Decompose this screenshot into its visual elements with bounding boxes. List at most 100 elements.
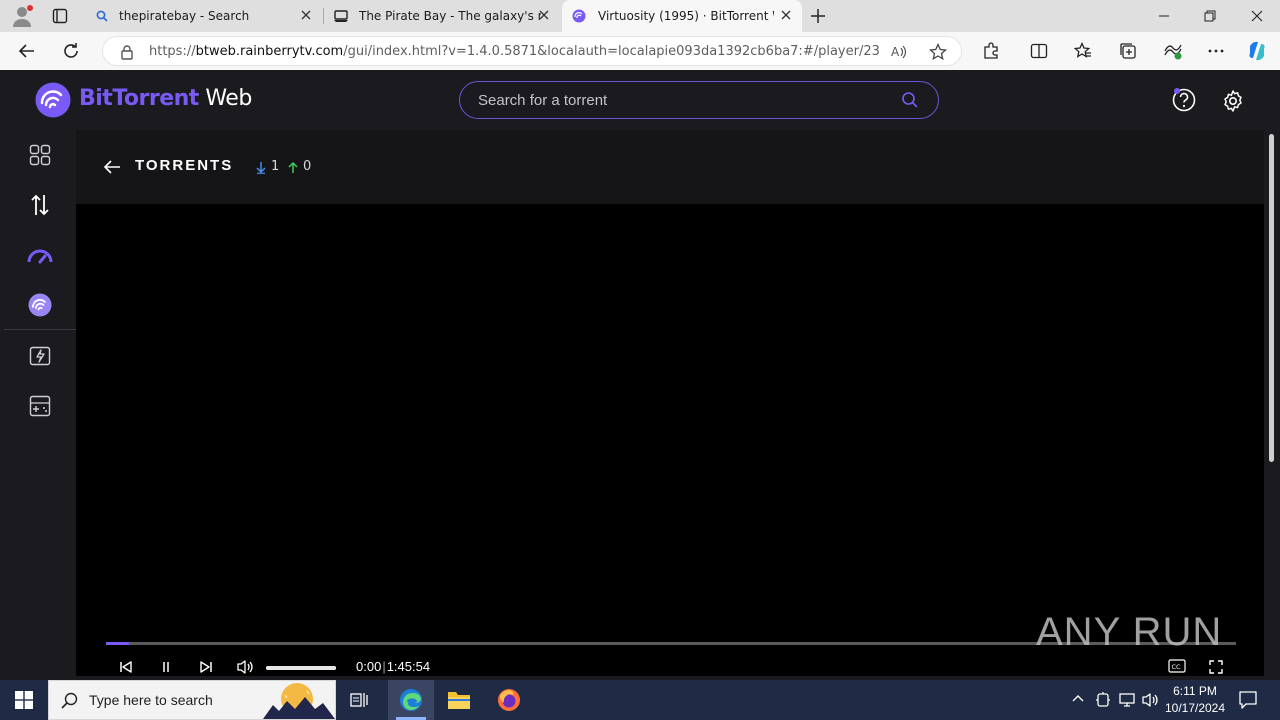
search-highlight-icon [263,681,335,719]
time-readout: 0:00|1:45:54 [356,659,430,674]
scrollbar-thumb[interactable] [1269,134,1274,462]
refresh-icon[interactable] [62,42,80,60]
tab-title: thepiratebay - Search [119,9,250,23]
favorite-star-icon[interactable] [929,43,947,61]
device-icon[interactable] [1095,691,1111,709]
browser-tab-1[interactable]: thepiratebay - Search [86,0,322,32]
sidebar-games-button[interactable] [20,386,60,426]
skip-previous-icon[interactable] [119,660,133,674]
upload-arrow-icon [288,161,298,174]
lock-icon[interactable] [120,44,134,60]
seek-bar-progress [106,642,129,645]
fullscreen-icon[interactable] [1209,660,1223,674]
app-header: BitTorrent Web [4,70,1276,130]
clock-time: 6:11 PM [1173,684,1217,698]
brand-bit: BitTorrent [79,86,199,111]
settings-gear-icon[interactable] [1221,89,1245,113]
split-screen-icon[interactable] [1030,42,1048,60]
profile-avatar-icon[interactable] [10,4,34,28]
search-icon [61,692,78,709]
closed-captions-icon[interactable]: CC [1168,659,1186,673]
transfers-icon [30,193,50,217]
read-aloud-icon[interactable]: A [890,43,908,61]
torrent-search-input[interactable] [478,90,878,110]
torrent-search-box[interactable] [459,81,939,119]
new-tab-icon[interactable] [810,8,826,24]
skip-next-icon[interactable] [199,660,213,674]
url-text: https://btweb.rainberrytv.com/gui/index.… [149,44,879,59]
notifications-icon[interactable] [1238,690,1258,710]
more-menu-icon[interactable] [1207,42,1225,60]
volume-slider[interactable] [266,666,336,670]
sidebar-home-button[interactable] [20,285,60,325]
file-explorer-icon[interactable] [447,689,471,711]
collections-icon[interactable] [1119,42,1137,60]
sidebar-divider [4,329,76,330]
tab-title: The Pirate Bay - The galaxy's most resil… [359,9,541,23]
sidebar-apps-button[interactable] [20,135,60,175]
speaker-icon[interactable] [1141,691,1159,709]
lightning-card-icon [29,346,51,366]
bittorrent-icon [572,9,586,23]
tray-overflow-chevron-icon[interactable] [1071,693,1085,703]
bittorrent-logo-icon[interactable] [35,82,71,118]
restore-icon[interactable] [1204,10,1216,22]
close-window-icon[interactable] [1251,10,1263,22]
sidebar-transfers-button[interactable] [20,185,60,225]
minimize-icon[interactable] [1158,10,1170,22]
browser-toolbar: https://btweb.rainberrytv.com/gui/index.… [0,32,1280,70]
search-icon [96,10,108,22]
upload-count: 0 [303,159,312,174]
sidebar-speed-button[interactable] [20,236,60,276]
browser-essentials-icon[interactable] [1163,42,1183,60]
duration: 1:45:54 [386,659,431,674]
back-icon[interactable] [18,42,36,60]
task-view-icon[interactable] [350,690,370,710]
browser-tab-2[interactable]: The Pirate Bay - The galaxy's most resil… [324,0,560,32]
close-tab-icon[interactable] [300,9,312,21]
watermark: ANY RUN [1036,610,1223,654]
taskbar-edge-button[interactable] [388,680,434,720]
torrents-link[interactable]: TORRENTS [135,157,233,174]
brand-name: BitTorrent Web [79,86,252,111]
tab-actions-icon[interactable] [52,8,68,24]
browser-tab-3[interactable]: Virtuosity (1995) · BitTorrent Web [562,0,802,32]
pause-icon[interactable] [160,661,172,673]
current-time: 0:00 [356,659,382,674]
download-count: 1 [271,159,280,174]
taskbar-clock[interactable]: 6:11 PM 10/17/2024 [1158,683,1232,717]
svg-text:CC: CC [1172,663,1182,671]
tab-title: Virtuosity (1995) · BitTorrent Web [598,9,774,23]
windows-taskbar: Type here to search 6:11 PM 10/17/2024 [0,680,1280,720]
copilot-icon[interactable] [1246,40,1268,62]
firefox-icon[interactable] [497,688,521,712]
back-arrow-icon[interactable] [103,158,121,176]
svg-text:A: A [891,45,900,59]
game-icon [29,395,51,417]
apps-grid-icon [29,144,51,166]
favorites-icon[interactable] [1074,42,1092,60]
address-bar[interactable]: https://btweb.rainberrytv.com/gui/index.… [102,36,962,66]
taskbar-search-box[interactable]: Type here to search [48,680,336,720]
url-host: btweb.rainberrytv.com [195,44,344,59]
player-subheader: TORRENTS 1 0 [76,130,1264,204]
sidebar-lightning-button[interactable] [20,336,60,376]
search-icon[interactable] [901,91,919,109]
close-tab-icon[interactable] [538,9,550,21]
video-area[interactable] [76,204,1264,632]
windows-start-icon[interactable] [15,691,33,709]
volume-icon[interactable] [236,659,254,675]
close-tab-icon[interactable] [780,9,792,21]
page-scrollbar[interactable] [1268,130,1276,606]
brand-web: Web [198,86,252,111]
bittorrent-logo-icon [28,293,52,317]
volume-level [266,666,336,670]
network-icon[interactable] [1118,691,1136,709]
taskbar-search-text: Type here to search [89,692,213,708]
download-arrow-icon [256,161,266,174]
extensions-icon[interactable] [982,42,1000,60]
help-icon[interactable] [1171,87,1197,113]
player-content: TORRENTS 1 0 0:00|1:45:54 CC [76,130,1264,676]
bittorrent-web-app: BitTorrent Web Search for a torrent TORR… [4,70,1276,676]
browser-tab-strip: thepiratebay - Search The Pirate Bay - T… [0,0,1280,32]
